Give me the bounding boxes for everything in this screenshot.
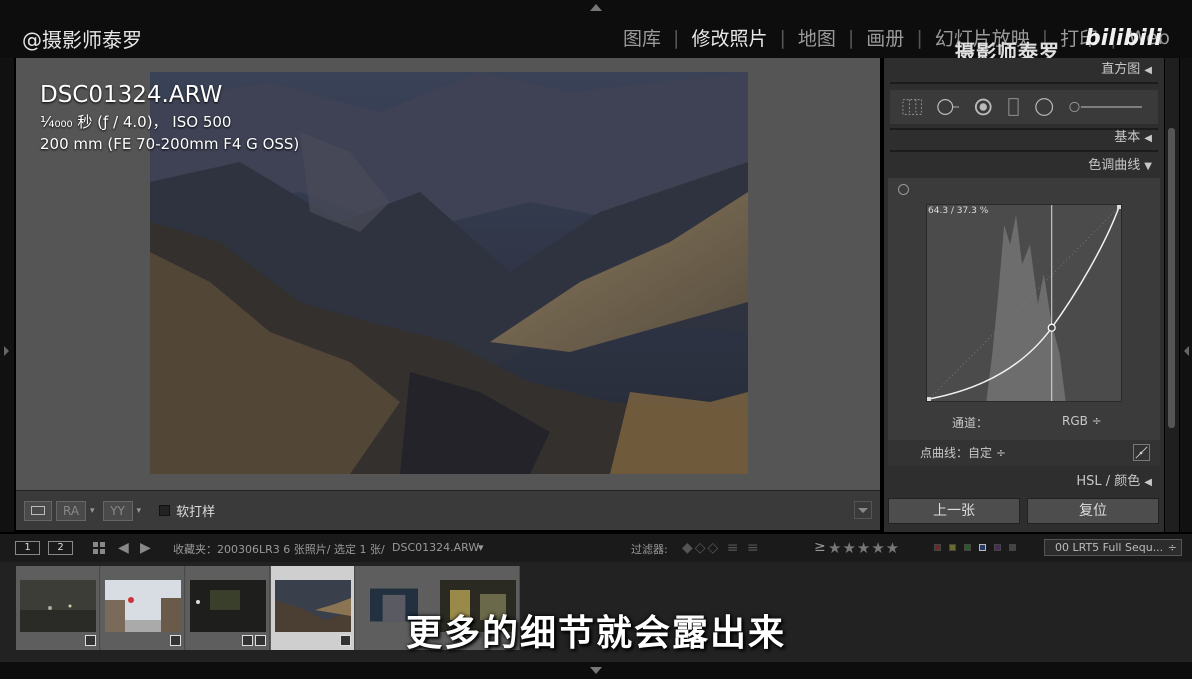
color-swatch-yellow[interactable]: [949, 544, 956, 551]
loupe-view: DSC01324.ARW ¹⁄₄₀₀₀ 秒 (ƒ / 4.0)， ISO 500…: [16, 58, 880, 490]
exposure-shutter: ¹⁄₄₀₀₀: [40, 113, 73, 131]
bilibili-logo: bilibili: [1085, 26, 1162, 51]
back-arrow-icon[interactable]: ◀: [118, 540, 129, 556]
primary-window-button[interactable]: 1: [15, 541, 40, 555]
toolbar-content-menu-button[interactable]: [854, 501, 872, 519]
basic-title: 基本: [1114, 130, 1141, 145]
module-map[interactable]: 地图: [786, 24, 848, 51]
soft-proof-label: 软打样: [176, 505, 216, 520]
current-file-name[interactable]: DSC01324.ARW: [392, 541, 479, 554]
preset-caret: ÷: [1167, 541, 1177, 554]
grid-view-icon[interactable]: [93, 542, 105, 554]
collection-info: 收藏夹：200306LR3 6 张照片/ 选定 1 张/: [173, 543, 385, 556]
module-develop[interactable]: 修改照片: [679, 24, 779, 51]
tone-curve-header[interactable]: 色调曲线 ▼: [888, 154, 1160, 178]
color-swatch-purple[interactable]: [994, 544, 1001, 551]
flag-filter-icons[interactable]: ◆◇◇ ≡ ≡: [682, 540, 761, 556]
panel-divider: [890, 150, 1158, 152]
filmstrip-filter-bar: 1 2 ◀ ▶ 收藏夹：200306LR3 6 张照片/ 选定 1 张/ DSC…: [0, 534, 1192, 562]
curve-edit-glyph: [1135, 446, 1148, 459]
watermark-text: @摄影师泰罗: [22, 28, 142, 52]
channel-label: 通道：: [952, 416, 989, 430]
exposure-details: 秒 (ƒ / 4.0)， ISO 500: [72, 113, 232, 131]
expand-down-icon: ▼: [1144, 161, 1152, 172]
video-subtitle: 更多的细节就会露出来: [405, 613, 786, 654]
secondary-window-button[interactable]: 2: [48, 541, 73, 555]
swap-dropdown-icon[interactable]: ▾: [137, 506, 142, 516]
forward-arrow-icon[interactable]: ▶: [140, 540, 151, 556]
right-panel-scrollbar[interactable]: [1165, 58, 1179, 532]
color-swatch-red[interactable]: [934, 544, 941, 551]
filter-preset-select[interactable]: 00 LRT5 Full Sequ... ÷: [1044, 539, 1182, 556]
tone-curve-panel: 64.3 / 37.3 % 通道： RGB ÷: [888, 178, 1160, 440]
swap-before-after-button[interactable]: YY: [102, 500, 133, 521]
adjustment-brush-slider-icon[interactable]: [1068, 100, 1144, 114]
develop-bottom-buttons: 上一张 复位: [884, 496, 1164, 528]
color-swatch-green[interactable]: [964, 544, 971, 551]
module-library[interactable]: 图库: [611, 24, 673, 51]
graduated-filter-icon[interactable]: [1007, 97, 1020, 117]
tool-strip: [890, 90, 1158, 124]
right-panel-strip: [1180, 58, 1192, 532]
current-file-caret[interactable]: ▾: [478, 541, 484, 554]
tone-curve-title: 色调曲线: [1088, 158, 1141, 173]
previous-button[interactable]: 上一张: [888, 498, 1020, 524]
chevron-down-icon: [858, 507, 868, 513]
filter-label: 过滤器:: [631, 543, 668, 556]
top-bar: @摄影师泰罗 图库 | 修改照片 | 地图 | 画册 | 幻灯片放映 | 打印 | Web …: [0, 0, 1192, 64]
targeted-adjustment-icon[interactable]: [898, 184, 909, 195]
point-curve-edit-icon[interactable]: [1133, 444, 1150, 461]
develop-right-panel: 直方图 ◀ 基本 ◀ 色调曲线 ▼ 64.3 / 37.3 % 通道： RGB …: [884, 58, 1164, 532]
crop-overlay-icon[interactable]: [902, 98, 922, 116]
photo-info-overlay: DSC01324.ARW ¹⁄₄₀₀₀ 秒 (ƒ / 4.0)， ISO 500…: [40, 82, 299, 153]
photo-lens: 200 mm (FE 70-200mm F4 G OSS): [40, 135, 300, 153]
bottom-panel-toggle-icon[interactable]: [590, 667, 602, 674]
color-swatch-blue[interactable]: [979, 544, 986, 551]
loupe-view-button[interactable]: [24, 500, 52, 521]
radial-filter-icon[interactable]: [1034, 97, 1054, 117]
rating-filter-stars[interactable]: ★★★★★: [828, 539, 900, 557]
left-panel-strip: [0, 58, 14, 532]
color-label-filter[interactable]: [934, 544, 1024, 551]
filter-preset-value: 00 LRT5 Full Sequ...: [1055, 541, 1164, 554]
loupe-view-icon: [31, 506, 45, 515]
photo-exposure: ¹⁄₄₀₀₀ 秒 (ƒ / 4.0)， ISO 500: [40, 111, 299, 132]
collapse-left-icon: ◀: [1144, 133, 1152, 144]
rating-operator[interactable]: ≥: [814, 539, 826, 555]
before-after-button[interactable]: RA: [56, 500, 86, 521]
color-swatch-none[interactable]: [1009, 544, 1016, 551]
before-after-dropdown-icon[interactable]: ▾: [90, 506, 95, 516]
hsl-title: HSL / 颜色: [1076, 474, 1141, 489]
curve-readout: 64.3 / 37.3 %: [928, 206, 989, 216]
curve-histogram: [927, 205, 1121, 401]
module-book[interactable]: 画册: [854, 24, 916, 51]
reset-button[interactable]: 复位: [1027, 498, 1159, 524]
soft-proof-checkbox[interactable]: [159, 505, 171, 516]
bottom-strip: [0, 662, 1192, 679]
photo-filename: DSC01324.ARW: [40, 82, 223, 108]
left-panel-toggle-icon[interactable]: [4, 346, 9, 356]
point-curve-row: 点曲线：自定 ÷: [888, 440, 1160, 466]
panel-divider: [890, 82, 1158, 84]
red-eye-icon[interactable]: [974, 97, 993, 117]
right-panel-toggle-icon[interactable]: [1184, 346, 1189, 356]
top-panel-toggle-icon[interactable]: [590, 4, 602, 11]
hsl-header[interactable]: HSL / 颜色 ◀: [888, 470, 1160, 494]
collapse-left-icon: ◀: [1144, 65, 1152, 76]
channel-select[interactable]: RGB ÷: [1062, 414, 1102, 428]
tone-curve-graph[interactable]: [926, 204, 1122, 402]
basic-header[interactable]: 基本 ◀: [888, 126, 1160, 150]
point-curve-select[interactable]: 点曲线：自定 ÷: [920, 440, 1006, 466]
spot-removal-icon[interactable]: [936, 98, 960, 116]
center-toolbar: RA ▾ YY ▾ 软打样: [16, 490, 880, 530]
collapse-left-icon: ◀: [1144, 477, 1152, 488]
scrollbar-thumb[interactable]: [1168, 128, 1175, 428]
histogram-title: 直方图: [1101, 62, 1141, 77]
histogram-header[interactable]: 直方图 ◀: [888, 58, 1160, 82]
